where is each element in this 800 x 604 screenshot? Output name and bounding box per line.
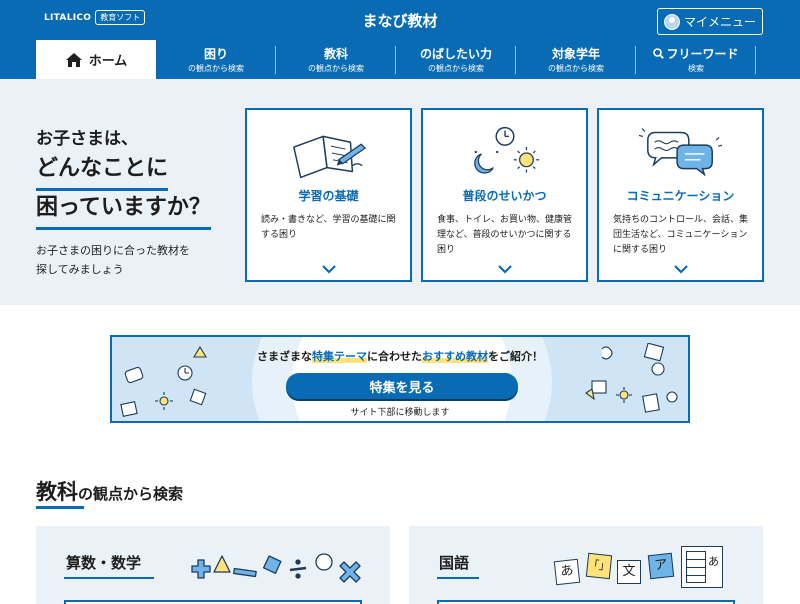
- komari-card-seikatsu[interactable]: 普段のせいかつ 食事、トイレ、お買い物、健康管理など、普段のせいかつに関する困り: [421, 108, 588, 282]
- subject-card-japanese[interactable]: 国語 あ 「」 文 ア あ: [409, 526, 763, 604]
- nav-item-label: のばしたい力: [419, 47, 492, 61]
- komari-card-communication[interactable]: コミュニケーション 気持ちのコントロール、会話、集団生活など、コミュニケーション…: [597, 108, 764, 282]
- nav-item-label: 教科: [323, 47, 348, 61]
- nav-home-label: ホーム: [88, 54, 128, 69]
- mymenu-button[interactable]: マイメニュー: [657, 8, 763, 35]
- nav-freeword-text: フリーワード: [666, 47, 739, 61]
- nav-item-label: 困り: [203, 47, 228, 61]
- subject-title-underline: [64, 577, 154, 579]
- banner-text-mid: に合わせた: [367, 350, 422, 363]
- nav-item-label: フリーワード: [636, 45, 756, 62]
- banner-headline: さまざまな特集テーマに合わせたおすすめ教材をご紹介！: [112, 348, 688, 364]
- site-header: LITALICO 教育ソフト まなび教材 マイメニュー ホーム 困り の観点から…: [0, 0, 800, 79]
- nav-item-sub: の観点から検索: [548, 64, 604, 73]
- nav-home-tab[interactable]: ホーム: [36, 40, 156, 79]
- hero-description: お子さまの困りに合った教材を 探してみましょう: [36, 241, 190, 279]
- hero-line-1: お子さまは、: [36, 129, 138, 149]
- card-title: コミュニケーション: [626, 189, 735, 203]
- section-title-main: 教科: [36, 480, 78, 504]
- chevron-down-icon: [498, 265, 512, 274]
- search-icon: [653, 48, 665, 59]
- hero-line-3: 困っていますか？: [36, 191, 211, 230]
- banner-note: サイト下部に移動します: [350, 408, 450, 418]
- card-description: 食事、トイレ、お買い物、健康管理など、普段のせいかつに関する困り: [437, 215, 573, 255]
- banner-highlight-1: 特集テーマ: [312, 350, 367, 363]
- nav-item-gakunen[interactable]: 対象学年 の観点から検索: [516, 40, 636, 79]
- komari-card-gakushu[interactable]: 学習の基礎 読み・書きなど、学習の基礎に関する困り: [245, 108, 412, 282]
- kana-grid-card: あ: [681, 546, 723, 588]
- global-nav: ホーム 困り の観点から検索 教科 の観点から検索 のばしたい力 の観点から検索…: [36, 40, 756, 79]
- home-icon: [65, 52, 82, 67]
- chevron-down-icon: [674, 265, 688, 274]
- subject-title-underline: [437, 577, 479, 579]
- card-description: 気持ちのコントロール、会話、集団生活など、コミュニケーションに関する困り: [613, 215, 749, 255]
- hero-question: お子さまは、 どんなことに 困っていますか？: [36, 126, 211, 230]
- hero-desc-line-1: お子さまの困りに合った教材を: [36, 244, 190, 257]
- nav-item-sub: の観点から検索: [188, 64, 244, 73]
- card-title: 普段のせいかつ: [462, 189, 547, 203]
- avatar-icon: [663, 13, 680, 30]
- nav-item-sub: 検索: [688, 64, 704, 73]
- subject-section-title: 教科の観点から検索: [36, 476, 183, 506]
- banner-highlight-2: おすすめ教材: [422, 350, 488, 363]
- section-title-rest: の観点から検索: [78, 485, 184, 503]
- kana-grid-char: あ: [708, 555, 719, 568]
- kana-card-bracket: 「」: [585, 552, 613, 580]
- nav-item-sub: の観点から検索: [428, 64, 484, 73]
- subject-card-math[interactable]: 算数・数学: [36, 526, 390, 604]
- feature-view-button[interactable]: 特集を見る: [286, 373, 518, 399]
- hero-desc-line-2: 探してみましょう: [36, 263, 124, 276]
- kana-card-a: あ: [553, 558, 581, 586]
- subject-card-bar: [64, 600, 362, 604]
- chevron-down-icon: [322, 265, 336, 274]
- nav-item-label: 対象学年: [551, 47, 600, 61]
- kana-card-katakana-a: ア: [647, 552, 675, 580]
- mymenu-label: マイメニュー: [683, 15, 756, 29]
- subject-title: 国語: [439, 554, 470, 572]
- banner-text-post: をご紹介！: [488, 350, 543, 363]
- subject-card-bar: [437, 600, 735, 604]
- subject-title: 算数・数学: [66, 554, 142, 572]
- kana-grid-lines: [686, 551, 706, 583]
- feature-banner[interactable]: さまざまな特集テーマに合わせたおすすめ教材をご紹介！ 特集を見る サイト下部に移…: [110, 335, 690, 423]
- hero-line-2: どんなことに: [36, 152, 169, 191]
- nav-item-sub: の観点から検索: [308, 64, 364, 73]
- nav-item-kyouka[interactable]: 教科 の観点から検索: [276, 40, 396, 79]
- card-description: 読み・書きなど、学習の基礎に関する困り: [261, 215, 396, 240]
- clock-moon-sun-icon: [474, 126, 540, 174]
- kana-card-bun: 文: [617, 560, 641, 584]
- card-title: 学習の基礎: [298, 189, 359, 203]
- kana-cards-icon: あ 「」 文 ア あ: [553, 546, 755, 594]
- banner-text-pre: さまざまな: [257, 350, 312, 363]
- nav-item-komari[interactable]: 困り の観点から検索: [156, 40, 276, 79]
- nav-item-freeword[interactable]: フリーワード 検索: [636, 40, 756, 79]
- math-symbols-icon: [191, 553, 361, 583]
- section-title-underline: [36, 506, 84, 509]
- speech-bubbles-icon: [638, 128, 723, 177]
- nav-item-nobashitai[interactable]: のばしたい力 の観点から検索: [396, 40, 516, 79]
- book-pencil-icon: [293, 135, 367, 179]
